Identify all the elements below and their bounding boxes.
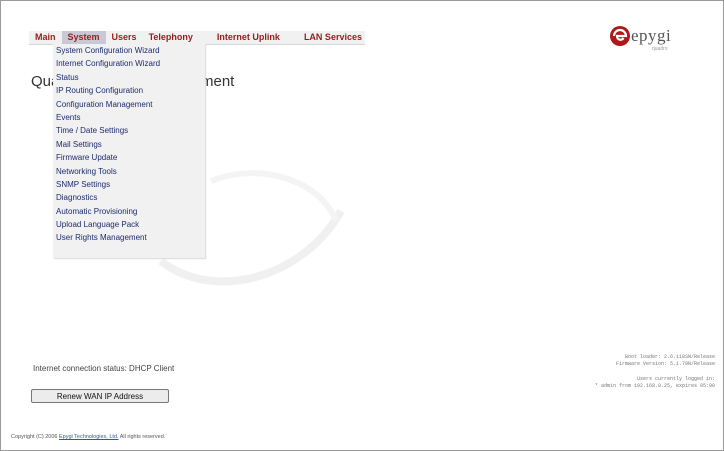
copyright-prefix: Copyright (C) 2006 (11, 434, 58, 440)
menu-item-configuration-management[interactable]: Configuration Management (53, 98, 205, 111)
menu-item-snmp-settings[interactable]: SNMP Settings (53, 178, 205, 191)
menu-item-internet-configuration-wizard[interactable]: Internet Configuration Wizard (53, 57, 205, 70)
page-title-right: ment (201, 73, 235, 90)
copyright-suffix: All rights reserved. (119, 434, 166, 440)
logo-subtitle: quadro (652, 46, 668, 52)
menu-users[interactable]: Users (106, 31, 143, 44)
menu-item-automatic-provisioning[interactable]: Automatic Provisioning (53, 205, 205, 218)
users-logged-label: Users currently logged in: (636, 376, 715, 382)
menu-item-networking-tools[interactable]: Networking Tools (53, 165, 205, 178)
menu-internet-uplink[interactable]: Internet Uplink (211, 31, 298, 44)
firmware-version: Firmware Version: 5.1.79N/Release (615, 361, 715, 367)
main-menubar: Main System Users Telephony Internet Upl… (29, 31, 365, 45)
boot-loader-version: Boot loader: 2.6.110SN/Release (624, 354, 715, 360)
renew-wan-ip-button[interactable]: Renew WAN IP Address (31, 389, 169, 403)
app-frame: Main System Users Telephony Internet Upl… (0, 0, 724, 451)
menu-item-time-date-settings[interactable]: Time / Date Settings (53, 124, 205, 137)
logo-wordmark: epygi (631, 26, 672, 45)
menu-main[interactable]: Main (29, 31, 62, 44)
epygi-logo: epygi quadro (609, 23, 672, 59)
menu-lan-services[interactable]: LAN Services (298, 31, 368, 44)
menu-item-status[interactable]: Status (53, 71, 205, 84)
admin-session-entry: * admin from 192.168.0.25, expires 05:00 (594, 383, 715, 389)
menu-system[interactable]: System (61, 31, 106, 44)
menu-item-ip-routing-configuration[interactable]: IP Routing Configuration (53, 84, 205, 97)
menu-item-firmware-update[interactable]: Firmware Update (53, 151, 205, 164)
internet-connection-status: Internet connection status: DHCP Client (33, 364, 175, 373)
copyright-footer: Copyright (C) 2006 Epygi Technologies, L… (11, 434, 165, 440)
epygi-logo-icon (610, 26, 630, 46)
menu-telephony[interactable]: Telephony (143, 31, 211, 44)
menu-item-mail-settings[interactable]: Mail Settings (53, 138, 205, 151)
company-link[interactable]: Epygi Technologies, Ltd. (59, 434, 119, 440)
menu-item-events[interactable]: Events (53, 111, 205, 124)
system-dropdown-menu: System Configuration Wizard Internet Con… (53, 44, 205, 258)
menu-item-user-rights-management[interactable]: User Rights Management (53, 231, 205, 244)
menu-item-diagnostics[interactable]: Diagnostics (53, 191, 205, 204)
menu-item-upload-language-pack[interactable]: Upload Language Pack (53, 218, 205, 231)
menu-item-system-configuration-wizard[interactable]: System Configuration Wizard (53, 44, 205, 57)
